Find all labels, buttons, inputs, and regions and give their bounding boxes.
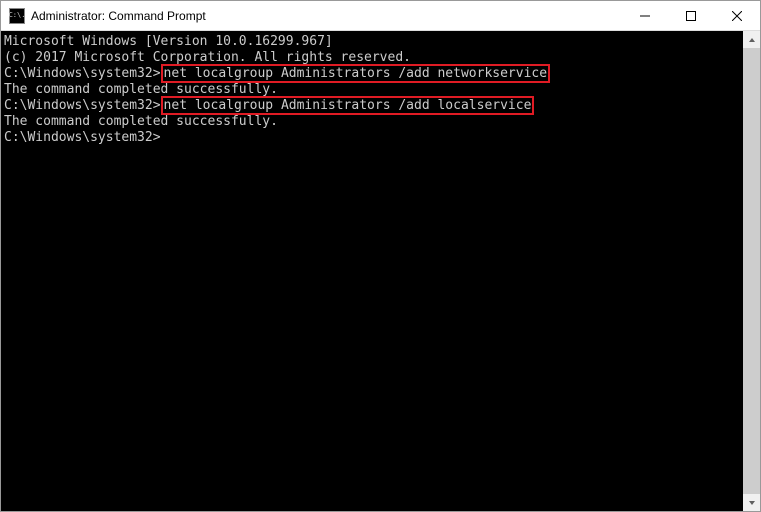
prompt-1: C:\Windows\system32> bbox=[4, 66, 161, 81]
cmd-icon: C:\. bbox=[9, 8, 25, 24]
result-line-2: The command completed successfully. bbox=[4, 114, 743, 130]
highlighted-command-1: net localgroup Administrators /add netwo… bbox=[161, 64, 551, 83]
close-icon bbox=[732, 11, 742, 21]
version-line: Microsoft Windows [Version 10.0.16299.96… bbox=[4, 34, 743, 50]
maximize-icon bbox=[686, 11, 696, 21]
vertical-scrollbar[interactable] bbox=[743, 31, 760, 511]
cmd-icon-text: C:\. bbox=[9, 12, 26, 19]
scroll-track[interactable] bbox=[743, 48, 760, 494]
close-button[interactable] bbox=[714, 1, 760, 30]
chevron-up-icon bbox=[748, 36, 756, 44]
scroll-up-button[interactable] bbox=[743, 31, 760, 48]
scroll-thumb[interactable] bbox=[743, 48, 760, 494]
highlighted-command-2: net localgroup Administrators /add local… bbox=[161, 96, 535, 115]
window-controls bbox=[622, 1, 760, 30]
terminal-area: Microsoft Windows [Version 10.0.16299.96… bbox=[1, 31, 760, 511]
chevron-down-icon bbox=[748, 499, 756, 507]
minimize-button[interactable] bbox=[622, 1, 668, 30]
prompt-3: C:\Windows\system32> bbox=[4, 130, 161, 145]
maximize-button[interactable] bbox=[668, 1, 714, 30]
terminal-output[interactable]: Microsoft Windows [Version 10.0.16299.96… bbox=[1, 31, 743, 511]
command-line-2: C:\Windows\system32>net localgroup Admin… bbox=[4, 98, 743, 114]
titlebar[interactable]: C:\. Administrator: Command Prompt bbox=[1, 1, 760, 31]
current-prompt-line: C:\Windows\system32> bbox=[4, 130, 743, 146]
command-line-1: C:\Windows\system32>net localgroup Admin… bbox=[4, 66, 743, 82]
prompt-2: C:\Windows\system32> bbox=[4, 98, 161, 113]
window-title: Administrator: Command Prompt bbox=[31, 9, 622, 23]
scroll-down-button[interactable] bbox=[743, 494, 760, 511]
minimize-icon bbox=[640, 11, 650, 21]
